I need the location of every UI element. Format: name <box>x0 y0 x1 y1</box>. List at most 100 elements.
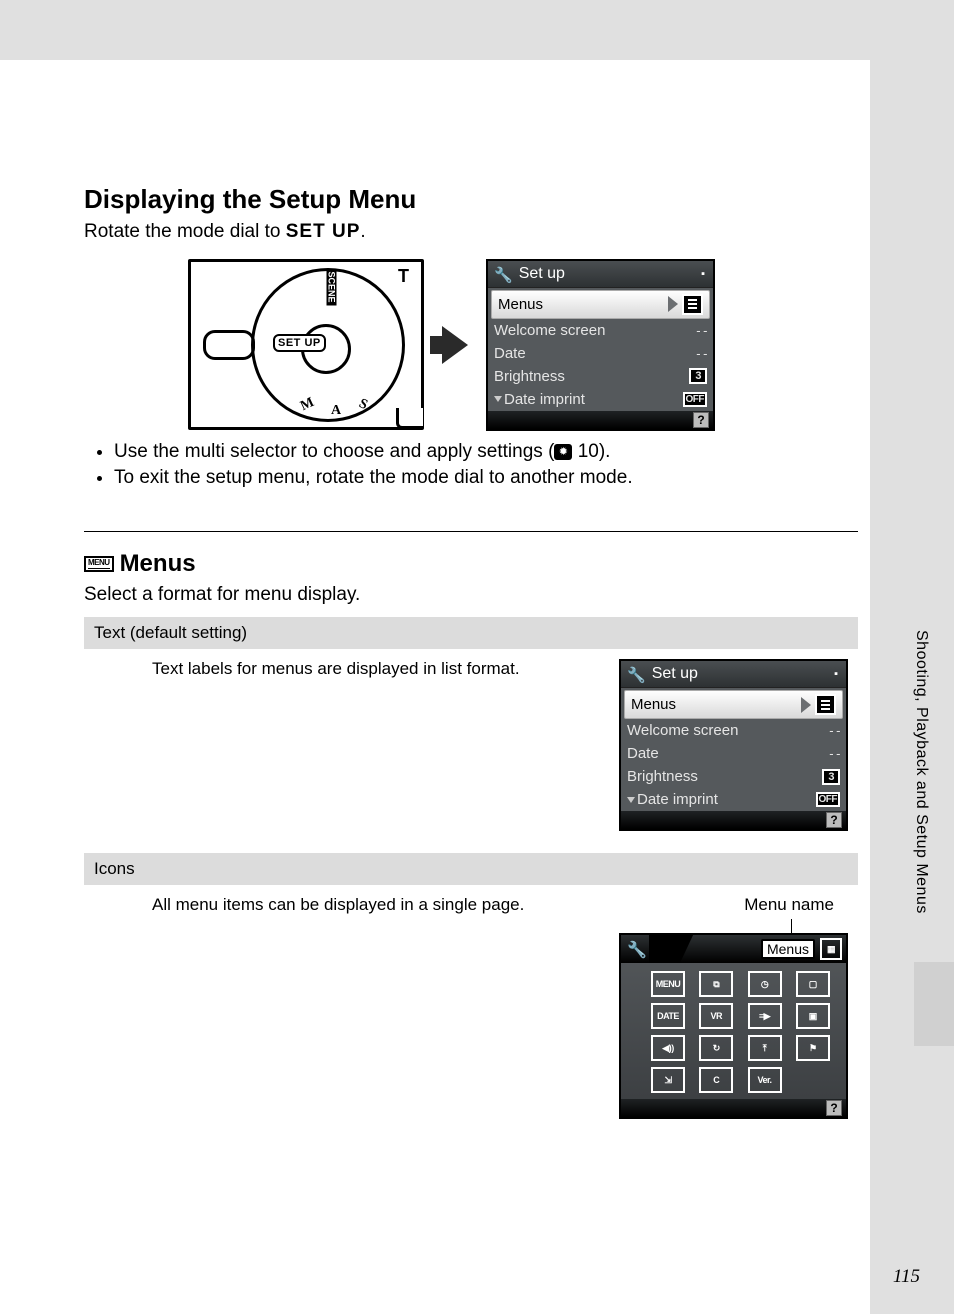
triangle-down-icon <box>627 797 635 803</box>
dial-a: A <box>331 403 341 419</box>
lcd-row-val: - - <box>829 746 840 761</box>
sheet: Displaying the Setup Menu Rotate the mod… <box>0 60 870 1314</box>
grid-cell: ⧉ <box>699 971 733 997</box>
grid-cell: ▣ <box>796 1003 830 1029</box>
grid-cell: ⤒ <box>748 1035 782 1061</box>
grid-cell: ↻ <box>699 1035 733 1061</box>
wrench-icon: 🔧 <box>494 266 513 284</box>
grid-cell: ◀)) <box>651 1035 685 1061</box>
lcd-selected-row: Menus <box>491 290 710 319</box>
lcd-row: Date - - <box>621 742 846 765</box>
grid-cell: MENU <box>651 971 685 997</box>
option-header: Icons <box>84 853 858 885</box>
scroll-icon: ▪ <box>701 268 707 280</box>
grid-cell: Ver. <box>748 1067 782 1093</box>
list-icon <box>815 694 836 715</box>
intro-b: . <box>360 221 365 242</box>
grid-cell: C <box>699 1067 733 1093</box>
option-header: Text (default setting) <box>84 617 858 649</box>
list-icon <box>682 294 703 315</box>
grid-icon: ▦ <box>820 938 842 960</box>
option-body: All menu items can be displayed in a sin… <box>84 885 858 1159</box>
side-tab-text: Shooting, Playback and Setup Menus <box>912 630 930 914</box>
section-desc: Select a format for menu display. <box>84 582 858 608</box>
lcd-row: Date imprint OFF <box>488 388 713 411</box>
grid-cell: ◷ <box>748 971 782 997</box>
scroll-icon: ▪ <box>834 668 840 680</box>
lcd-setup-menu: 🔧 Set up ▪ Menus Welcome screen - - Date -… <box>486 259 715 431</box>
bullet-item: Use the multi selector to choose and app… <box>114 441 858 463</box>
callout-line <box>791 919 792 933</box>
page-title: Displaying the Setup Menu <box>84 184 858 215</box>
lcd-row: Date - - <box>488 342 713 365</box>
lcd-title: 🔧 Set up ▪ <box>621 661 846 688</box>
figure-row: SET UP T M A S SCENE 🔧 Set up ▪ <box>188 259 858 431</box>
page: Basic Camera Setup: The Setup Menu Displ… <box>0 0 954 1314</box>
lcd-row: Date imprint OFF <box>621 788 846 811</box>
bullet-list: Use the multi selector to choose and app… <box>94 441 858 489</box>
arrow-right-icon <box>442 326 468 364</box>
lcd-selected-label: Menus <box>631 696 676 713</box>
lcd-row-val: OFF <box>816 792 841 807</box>
grid-cell: DATE <box>651 1003 685 1029</box>
triangle-down-icon <box>494 396 502 402</box>
grid-cell: ▢ <box>796 971 830 997</box>
lcd-title: 🔧 Set up ▪ <box>488 261 713 288</box>
lcd-selected-label: Menus <box>498 296 543 313</box>
menu-icon: MENU <box>84 556 114 572</box>
grid-cell: ⚑ <box>796 1035 830 1061</box>
lcd-row-label: Brightness <box>494 368 565 385</box>
dial-scene: SCENE <box>327 269 337 306</box>
lcd-row-label: Date <box>627 745 659 762</box>
setup-word: SET UP <box>286 221 361 242</box>
lcd-row: Brightness 3 <box>488 365 713 388</box>
intro-a: Rotate the mode dial to <box>84 221 286 242</box>
lcd-icon-format: 🔧 Menus ▦ MENU ⧉ ◷ ▢ DATE <box>619 933 848 1119</box>
section-title: Menus <box>120 550 196 578</box>
dial-t: T <box>398 266 409 287</box>
lcd-selected-row: Menus <box>624 690 843 719</box>
grid-cell: ≡▶ <box>748 1003 782 1029</box>
wrench-icon: 🔧 <box>621 940 649 960</box>
chevron-right-icon <box>668 296 678 312</box>
grid-cell: ⇲ <box>651 1067 685 1093</box>
lcd-icons-header: 🔧 Menus ▦ <box>621 935 846 963</box>
dial-label: SET UP <box>273 334 326 352</box>
lcd-row-val: OFF <box>683 392 708 407</box>
lcd-row-val: 3 <box>689 368 707 384</box>
grid-cell: VR <box>699 1003 733 1029</box>
side-tab <box>914 962 954 1046</box>
lcd-row: Welcome screen - - <box>488 319 713 342</box>
lcd-title-text: Set up <box>519 265 565 283</box>
lcd-row-label: Date imprint <box>504 391 585 408</box>
lcd-footer: ? <box>621 811 846 829</box>
lcd-row-label: Brightness <box>627 768 698 785</box>
lcd-row: Brightness 3 <box>621 765 846 788</box>
wrench-icon: 🔧 <box>627 666 646 684</box>
lcd-row-label: Date <box>494 345 526 362</box>
icon-grid: MENU ⧉ ◷ ▢ DATE VR ≡▶ ▣ ◀)) ↻ ⤒ ⚑ <box>621 963 846 1099</box>
grid-cell <box>796 1067 826 1089</box>
lcd-row-val: - - <box>829 723 840 738</box>
camera-ref-icon: ✹ <box>554 444 572 460</box>
section-heading: MENU Menus <box>84 550 858 578</box>
lcd-row-val: 3 <box>822 769 840 785</box>
lcd-row-label: Welcome screen <box>627 722 738 739</box>
page-number: 115 <box>893 1266 920 1288</box>
callout-label: Menu name <box>619 895 834 915</box>
intro-text: Rotate the mode dial to SET UP. <box>84 219 858 245</box>
lcd-row-val: - - <box>696 346 707 361</box>
option-text: All menu items can be displayed in a sin… <box>152 895 599 915</box>
help-icon: ? <box>693 412 709 428</box>
lcd-row-label: Date imprint <box>637 791 718 808</box>
lcd-row-label: Welcome screen <box>494 322 605 339</box>
separator <box>84 531 858 532</box>
lcd-footer: ? <box>621 1099 846 1117</box>
chevron-right-icon <box>801 697 811 713</box>
lcd-footer: ? <box>488 411 713 429</box>
bullet-text: ). <box>599 441 611 462</box>
help-icon: ? <box>826 812 842 828</box>
lcd-row: Welcome screen - - <box>621 719 846 742</box>
page-ref: 10 <box>578 441 599 462</box>
lcd-row-val: - - <box>696 323 707 338</box>
